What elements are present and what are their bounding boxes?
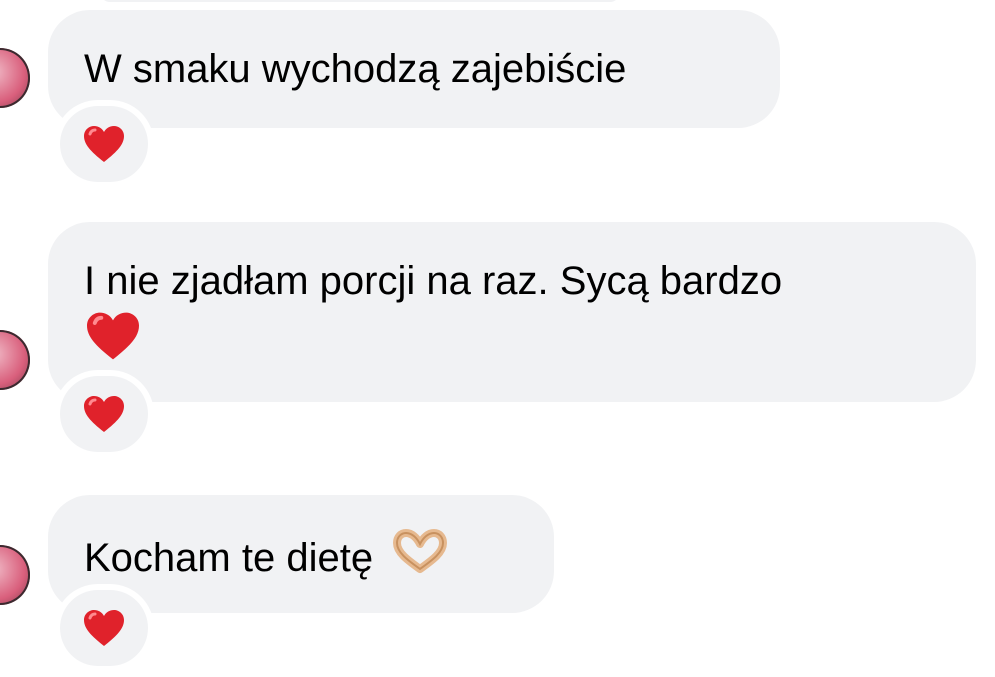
avatar[interactable] [0, 48, 30, 108]
previous-message-bubble-sliver [100, 0, 620, 2]
message-text: Kocham te dietę [84, 536, 374, 580]
avatar[interactable] [0, 545, 30, 605]
message-text: W smaku wychodzą zajebiście [84, 47, 627, 91]
red-heart-icon [84, 610, 124, 646]
reaction-badge[interactable] [60, 106, 148, 182]
message-bubble[interactable]: I nie zjadłam porcji na raz. Sycą bardzo [48, 222, 976, 402]
reaction-badge[interactable] [60, 590, 148, 666]
red-heart-icon [84, 396, 124, 432]
reaction-badge[interactable] [60, 376, 148, 452]
message-bubble[interactable]: W smaku wychodzą zajebiście [48, 10, 780, 128]
red-heart-icon [84, 126, 124, 162]
message-row: Kocham te dietę [84, 529, 518, 587]
red-heart-icon [84, 310, 142, 374]
message-text: I nie zjadłam porcji na raz. Sycą bardzo [84, 259, 783, 303]
avatar[interactable] [0, 330, 30, 390]
heart-hands-icon [391, 529, 449, 587]
